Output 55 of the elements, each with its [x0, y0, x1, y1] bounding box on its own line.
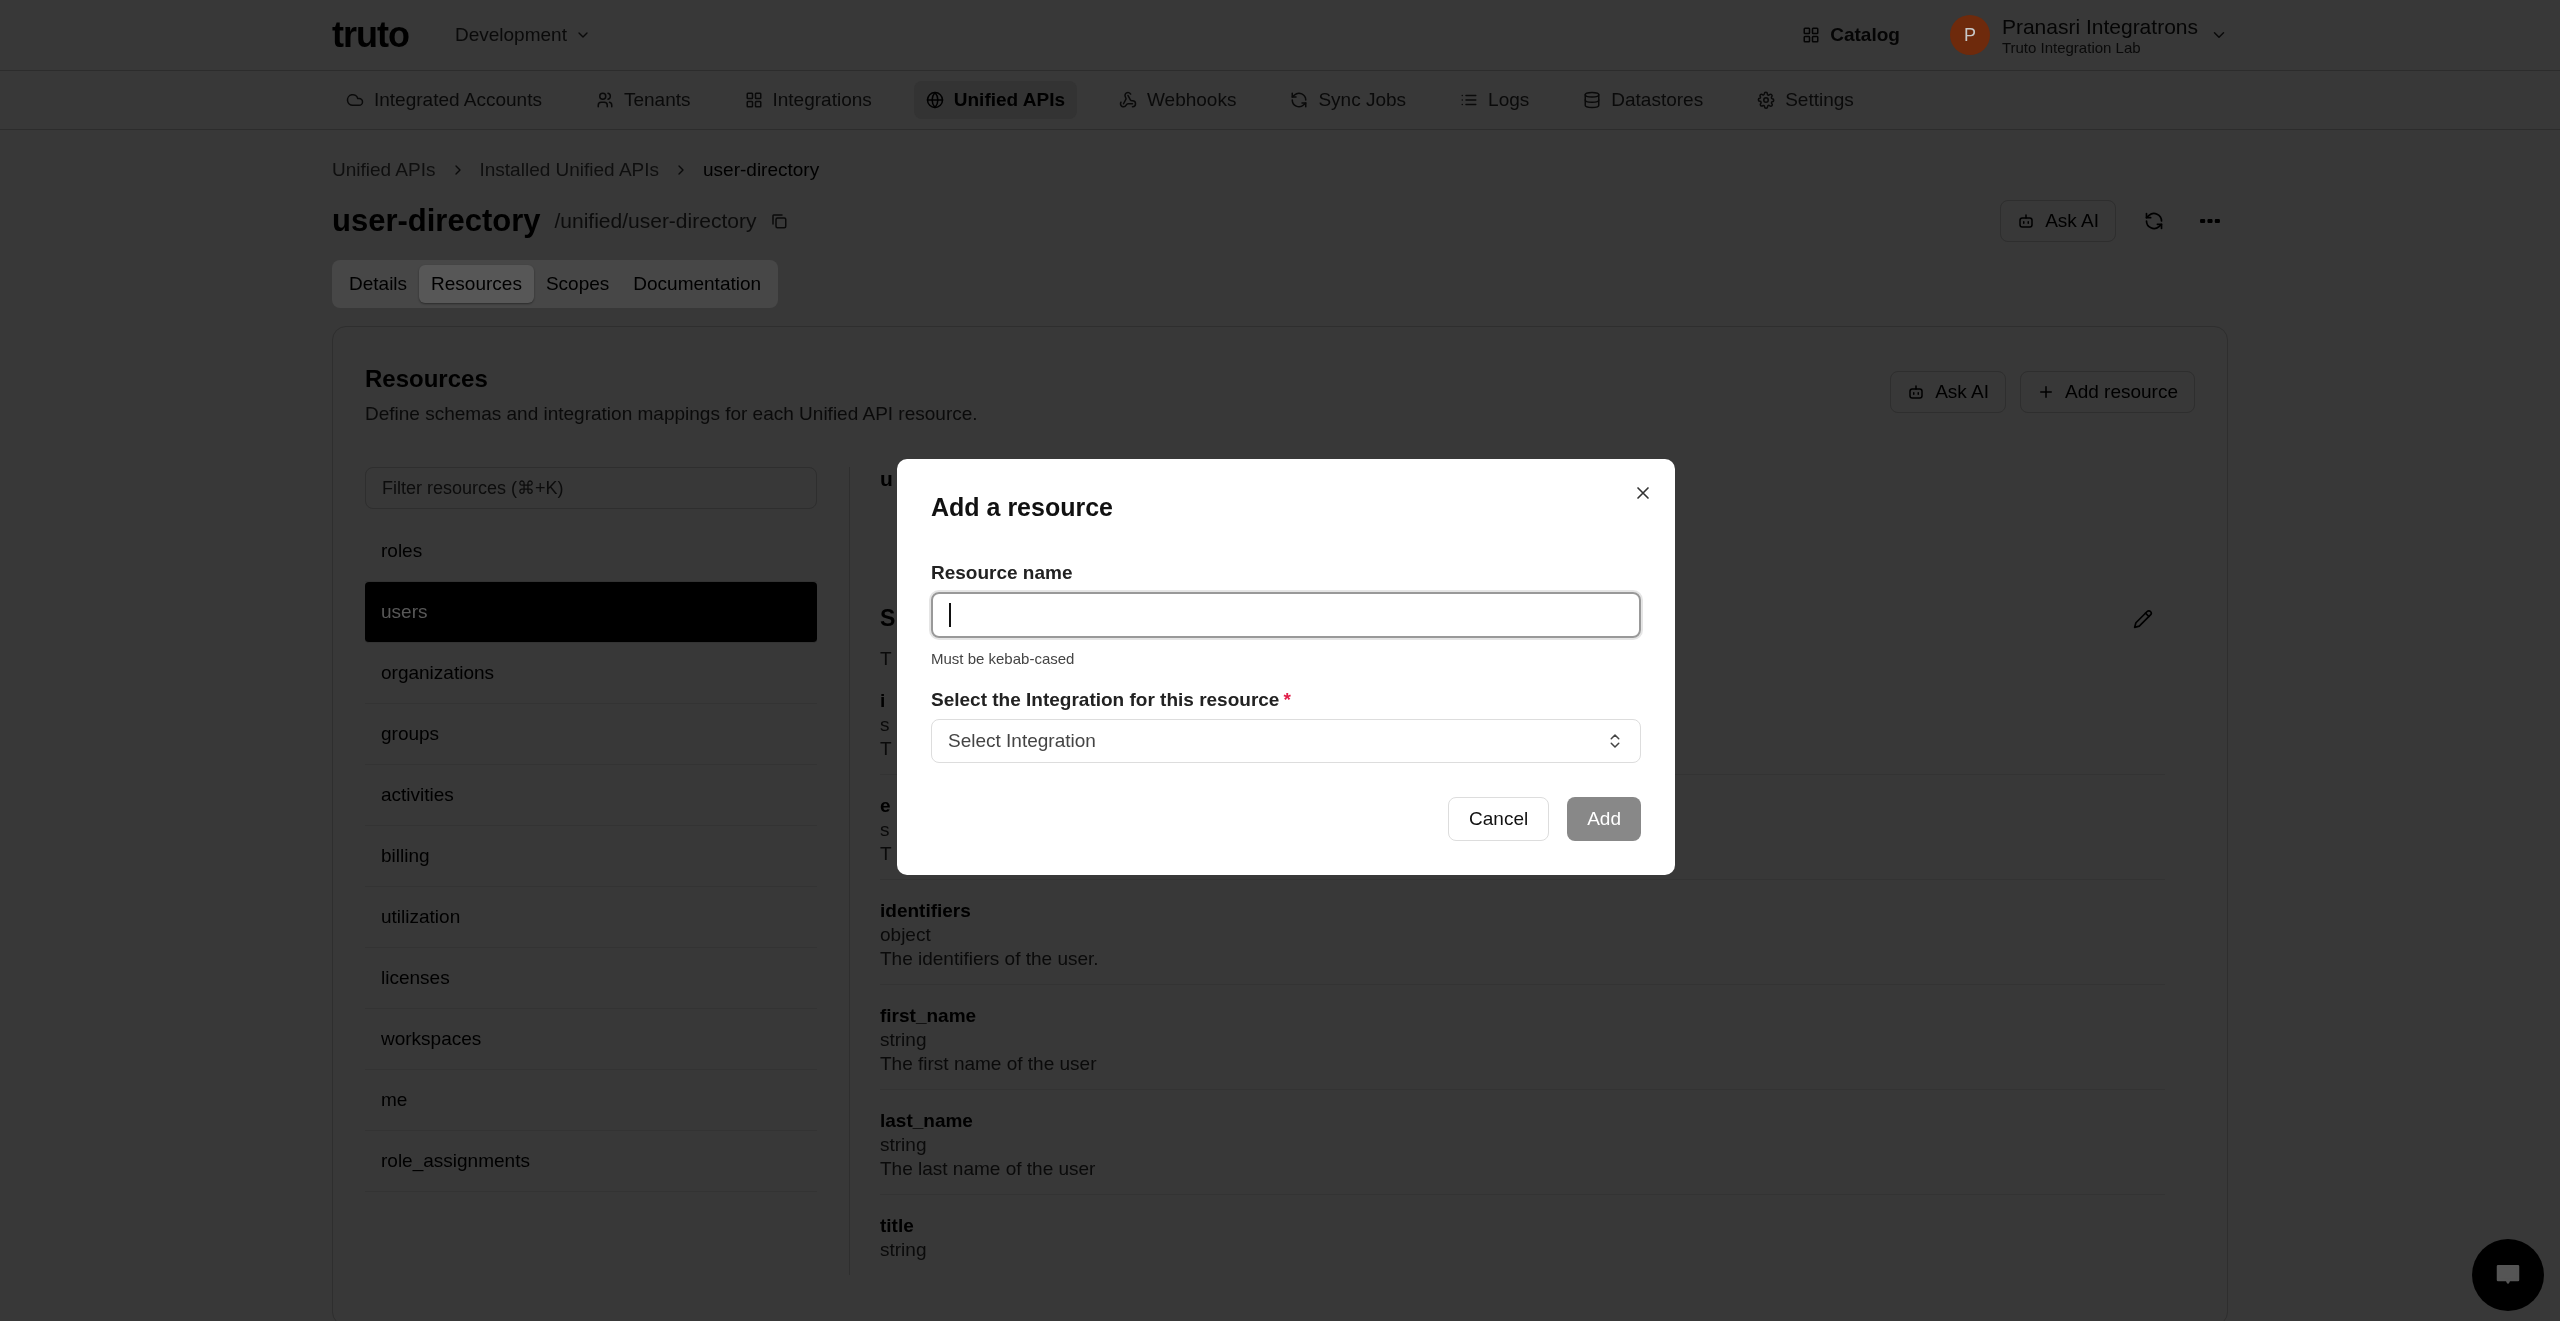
- robot-icon: [1907, 383, 1926, 401]
- avatar[interactable]: P: [1949, 15, 1990, 55]
- webhook-icon: [1119, 91, 1137, 109]
- field-name: first_name: [880, 1005, 977, 1027]
- resource-name-field[interactable]: [931, 592, 1641, 638]
- resource-item[interactable]: groups: [365, 704, 817, 765]
- field-name: identifiers: [880, 900, 971, 922]
- settings-icon: [1757, 91, 1776, 109]
- required-mark: *: [1283, 689, 1291, 710]
- field-name: e: [880, 795, 891, 817]
- plus-icon: [2037, 383, 2055, 401]
- copy-icon[interactable]: [770, 212, 789, 230]
- resource-item[interactable]: licenses: [365, 948, 817, 1009]
- tab[interactable]: Resources: [419, 265, 534, 303]
- breadcrumb-current: user-directory: [703, 159, 820, 181]
- page-title: user-directory: [332, 203, 541, 239]
- resource-title: u: [880, 467, 893, 492]
- text-cursor: [949, 603, 951, 627]
- resource-item[interactable]: workspaces: [365, 1009, 817, 1070]
- grid-icon: [744, 91, 763, 109]
- ask-ai-button[interactable]: Ask AI: [2000, 200, 2116, 242]
- cloud-icon: [346, 91, 364, 109]
- resource-item[interactable]: utilization: [365, 887, 817, 948]
- sync-icon: [1290, 91, 1309, 109]
- integration-select[interactable]: Select Integration: [931, 719, 1641, 763]
- tab[interactable]: Scopes: [533, 265, 622, 303]
- field-name: last_name: [880, 1110, 973, 1132]
- field-label: Select the Integration for this resource: [931, 689, 1280, 710]
- robot-icon: [2017, 212, 2036, 230]
- globe-icon: [925, 91, 944, 109]
- refresh-icon: [2144, 211, 2164, 231]
- dialog-title: Add a resource: [931, 493, 1114, 522]
- resource-item[interactable]: organizations: [365, 643, 817, 704]
- tab[interactable]: Documentation: [621, 265, 774, 303]
- add-resource-button[interactable]: Add resource: [2020, 371, 2195, 413]
- schema-title: S: [880, 605, 896, 632]
- database-icon: [1583, 91, 1602, 109]
- cancel-button[interactable]: Cancel: [1448, 797, 1550, 841]
- tab[interactable]: Details: [337, 265, 420, 303]
- pencil-icon[interactable]: [2133, 608, 2153, 629]
- logo[interactable]: truto: [332, 14, 409, 56]
- resource-item[interactable]: billing: [365, 826, 817, 887]
- field-name: title: [880, 1215, 914, 1237]
- ask-ai-button[interactable]: Ask AI: [1890, 371, 2006, 413]
- field-label: Resource name: [931, 562, 1074, 584]
- field-name: i: [880, 690, 886, 712]
- section-title: Resources: [365, 365, 489, 393]
- resource-item[interactable]: users: [365, 582, 817, 643]
- resource-item[interactable]: role_assignments: [365, 1131, 817, 1192]
- field-hint: Must be kebab-cased: [931, 650, 1076, 667]
- resource-item[interactable]: me: [365, 1070, 817, 1131]
- grid-icon: [1802, 26, 1821, 44]
- users-icon: [595, 91, 614, 109]
- more-icon: [2200, 219, 2220, 223]
- resource-item[interactable]: activities: [365, 765, 817, 826]
